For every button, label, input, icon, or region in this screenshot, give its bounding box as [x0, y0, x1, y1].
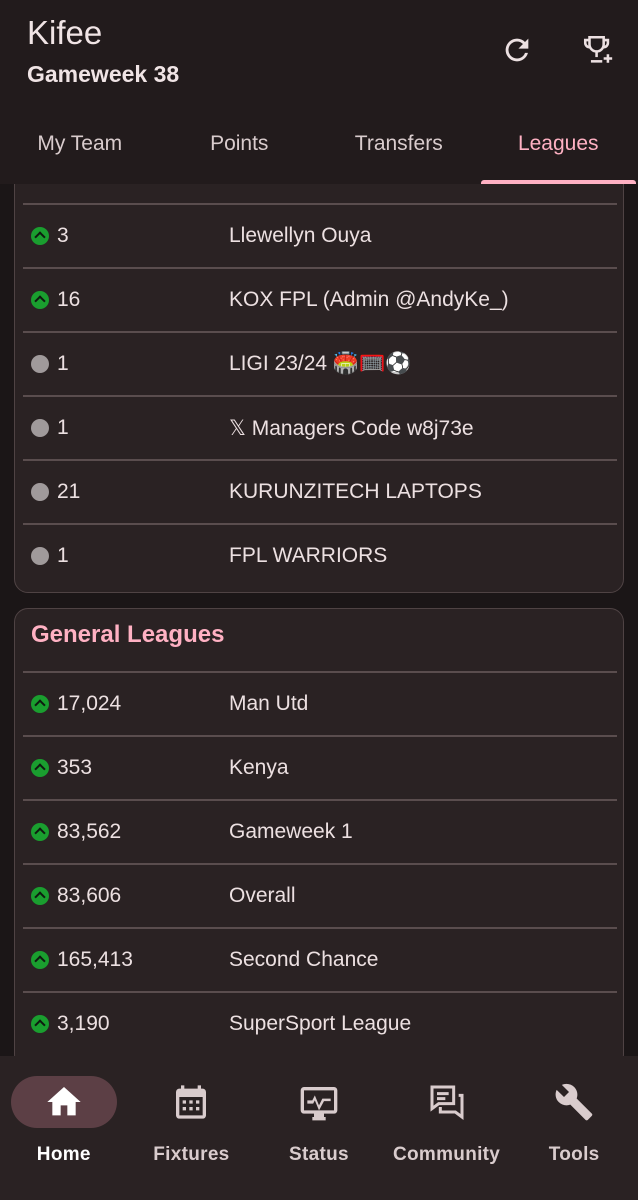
nav-label: Status — [289, 1144, 349, 1165]
league-name: SuperSport League — [229, 1012, 412, 1035]
home-icon — [44, 1082, 84, 1122]
league-row[interactable]: 165,413 Second Chance — [23, 927, 617, 991]
league-name: KOX FPL (Admin @AndyKe_) — [229, 288, 509, 311]
league-row[interactable]: 83,606 Overall — [23, 863, 617, 927]
league-rank: 3,190 — [57, 1012, 110, 1035]
league-row[interactable]: 1 𝕏 Managers Code w8j73e — [23, 395, 617, 459]
nav-status[interactable]: Status — [255, 1056, 383, 1200]
league-name: LIGI 23/24 🏟️🥅⚽ — [229, 352, 412, 375]
rank-up-icon — [31, 1015, 49, 1033]
refresh-icon[interactable] — [497, 30, 537, 70]
league-name: Llewellyn Ouya — [229, 224, 372, 247]
nav-community[interactable]: Community — [383, 1056, 511, 1200]
section-title: General Leagues — [31, 621, 225, 648]
league-name: Gameweek 1 — [229, 820, 353, 843]
league-row[interactable]: 353 Kenya — [23, 735, 617, 799]
league-name: KURUNZITECH LAPTOPS — [229, 480, 482, 503]
league-rank: 21 — [57, 480, 81, 503]
league-rank: 353 — [57, 756, 93, 779]
nav-label: Home — [36, 1144, 91, 1165]
rank-up-icon — [31, 823, 49, 841]
league-rank: 1 — [57, 352, 69, 375]
league-rank: 17,024 — [57, 692, 122, 715]
private-leagues-card: 3 Llewellyn Ouya 16 KOX FPL (Admin @Andy… — [14, 184, 624, 593]
leagues-content: 3 Llewellyn Ouya 16 KOX FPL (Admin @Andy… — [0, 184, 638, 1056]
gameweek-subtitle: Gameweek 38 — [27, 61, 180, 87]
forum-icon — [427, 1082, 467, 1122]
league-row[interactable]: 3 Llewellyn Ouya — [23, 203, 617, 267]
rank-same-icon — [31, 419, 49, 437]
rank-up-icon — [31, 887, 49, 905]
nav-home[interactable]: Home — [0, 1056, 128, 1200]
calendar-icon — [171, 1082, 211, 1122]
rank-same-icon — [31, 483, 49, 501]
general-leagues-card: General Leagues 17,024 Man Utd 353 Kenya… — [14, 608, 624, 1056]
nav-label: Tools — [548, 1144, 600, 1165]
league-rank: 83,562 — [57, 820, 122, 843]
nav-tools[interactable]: Tools — [510, 1056, 638, 1200]
rank-up-icon — [31, 951, 49, 969]
rank-same-icon — [31, 355, 49, 373]
league-rank: 16 — [57, 288, 81, 311]
monitor-icon — [299, 1082, 339, 1122]
wrench-icon — [554, 1082, 594, 1122]
rank-up-icon — [31, 227, 49, 245]
league-row[interactable]: 16 KOX FPL (Admin @AndyKe_) — [23, 267, 617, 331]
tab-transfers[interactable]: Transfers — [319, 112, 479, 184]
league-row[interactable]: 1 FPL WARRIORS — [23, 523, 617, 587]
league-rank: 3 — [57, 224, 69, 247]
league-row[interactable]: 3,190 SuperSport League — [23, 991, 617, 1055]
league-rank: 83,606 — [57, 884, 122, 907]
league-row[interactable]: 1 LIGI 23/24 🏟️🥅⚽ — [23, 331, 617, 395]
app-bar: Kifee Gameweek 38 My Team Points Transfe… — [0, 0, 638, 184]
app-title: Kifee — [27, 14, 103, 51]
league-name: Overall — [229, 884, 296, 907]
league-name: Man Utd — [229, 692, 309, 715]
tab-points[interactable]: Points — [160, 112, 320, 184]
nav-label: Community — [392, 1144, 501, 1165]
rank-up-icon — [31, 759, 49, 777]
tab-leagues[interactable]: Leagues — [479, 112, 638, 184]
trophy-add-icon[interactable] — [578, 30, 618, 70]
league-name: Kenya — [229, 756, 289, 779]
rank-up-icon — [31, 695, 49, 713]
rank-up-icon — [31, 291, 49, 309]
bottom-navigation: Home Fixtures Status Community Tools — [0, 1056, 638, 1200]
league-rank: 1 — [57, 544, 69, 567]
league-rank: 165,413 — [57, 948, 133, 971]
league-name: FPL WARRIORS — [229, 544, 388, 567]
league-rank: 1 — [57, 416, 69, 439]
nav-label: Fixtures — [153, 1144, 230, 1165]
rank-same-icon — [31, 547, 49, 565]
league-name: Second Chance — [229, 948, 379, 971]
league-row[interactable]: 83,562 Gameweek 1 — [23, 799, 617, 863]
tab-my-team[interactable]: My Team — [0, 112, 160, 184]
league-row[interactable]: 17,024 Man Utd — [23, 671, 617, 735]
league-name: 𝕏 Managers Code w8j73e — [229, 416, 474, 440]
nav-fixtures[interactable]: Fixtures — [128, 1056, 256, 1200]
league-row[interactable]: 21 KURUNZITECH LAPTOPS — [23, 459, 617, 523]
tab-bar: My Team Points Transfers Leagues — [0, 112, 638, 184]
